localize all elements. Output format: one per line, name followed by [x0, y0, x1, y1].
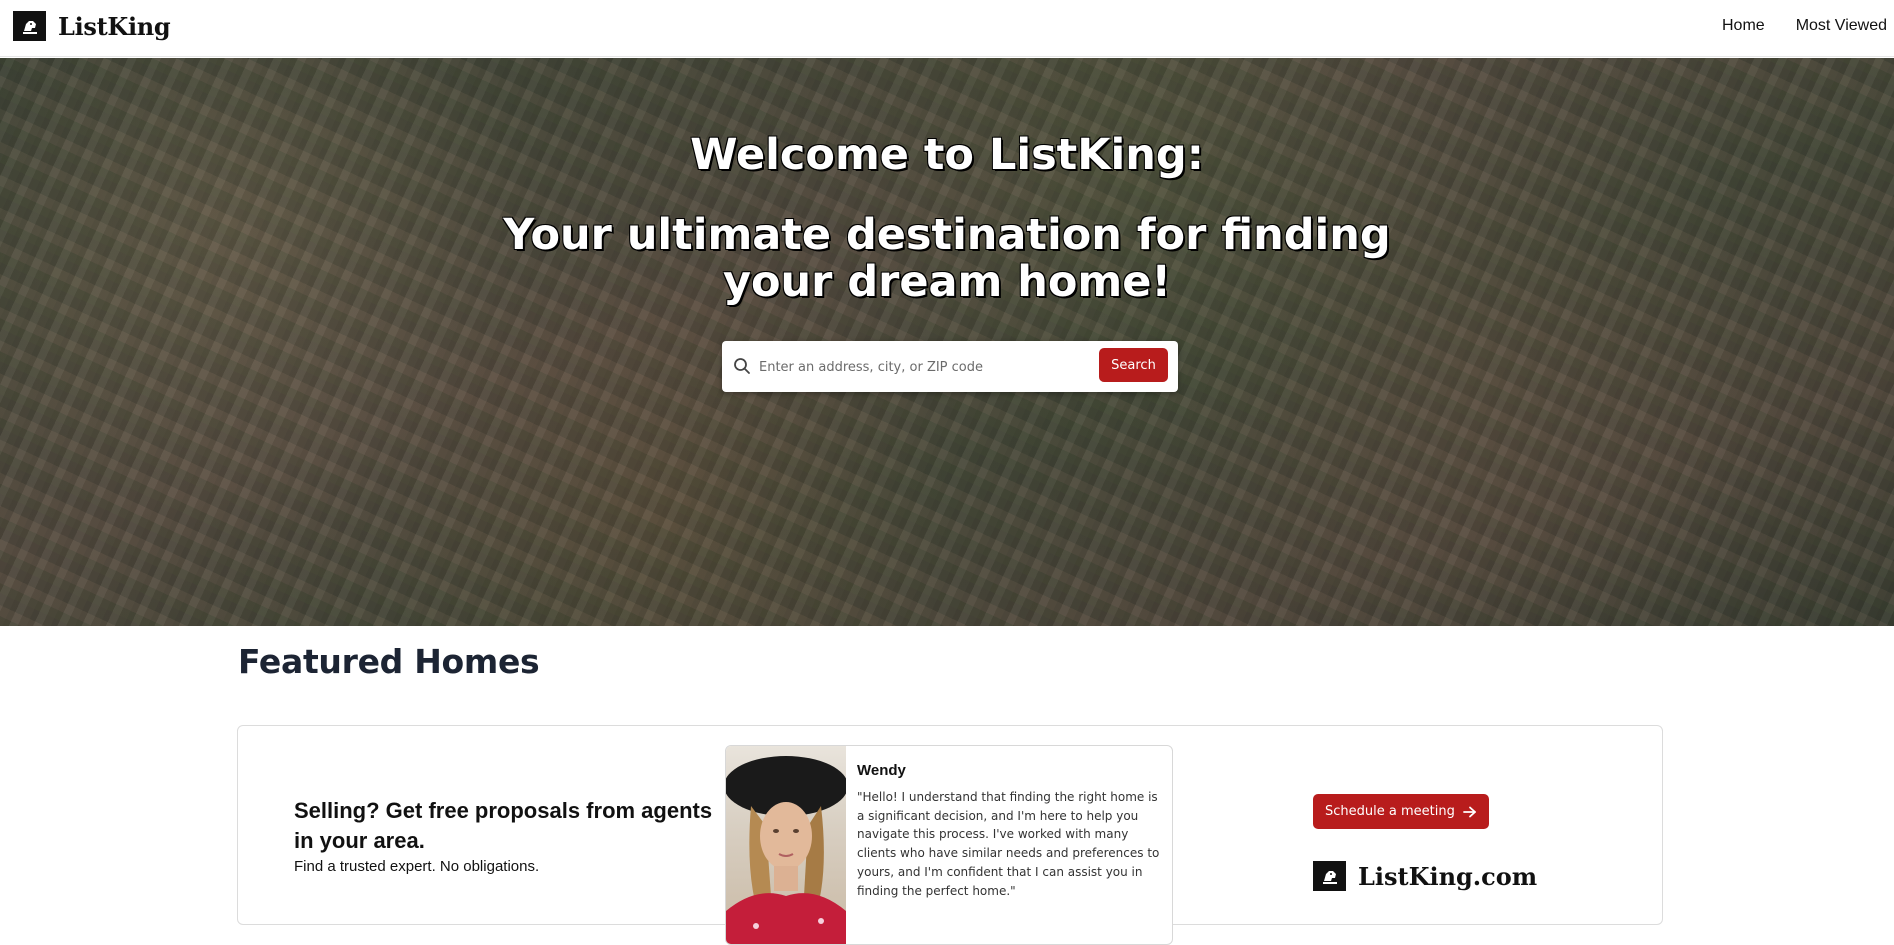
brand-name: ListKing [58, 11, 171, 41]
agent-photo [726, 746, 846, 944]
schedule-meeting-button[interactable]: Schedule a meeting [1313, 794, 1489, 829]
lion-logo-icon [1313, 861, 1346, 891]
hero-subtitle: Your ultimate destination for finding yo… [503, 210, 1391, 307]
top-navbar: ListKing Home Most Viewed [0, 0, 1894, 57]
brand-site-name: ListKing.com [1358, 861, 1538, 891]
lion-logo-icon [13, 11, 46, 41]
seller-subtext: Find a trusted expert. No obligations. [294, 858, 540, 875]
nav-most-viewed-link[interactable]: Most Viewed [1796, 17, 1887, 35]
search-bar: Search [722, 341, 1178, 392]
schedule-meeting-label: Schedule a meeting [1325, 804, 1455, 819]
agent-card[interactable]: Wendy "Hello! I understand that finding … [725, 745, 1173, 945]
brand-logo[interactable]: ListKing [13, 11, 171, 41]
agent-name: Wendy [857, 762, 906, 779]
main-nav: Home Most Viewed [1722, 17, 1887, 35]
hero-title: Welcome to ListKing: [690, 130, 1204, 180]
seller-promo-card: Selling? Get free proposals from agents … [237, 725, 1663, 945]
hero-banner: Welcome to ListKing: Your ultimate desti… [0, 58, 1894, 626]
search-input[interactable] [759, 352, 1089, 382]
featured-homes-title: Featured Homes [238, 642, 540, 681]
nav-home-link[interactable]: Home [1722, 17, 1765, 35]
seller-headline: Selling? Get free proposals from agents … [294, 798, 713, 853]
card-brand-logo: ListKing.com [1313, 861, 1537, 891]
search-button[interactable]: Search [1099, 348, 1168, 382]
agent-quote: "Hello! I understand that finding the ri… [857, 790, 1160, 898]
search-icon [734, 358, 750, 374]
arrow-right-icon [1462, 806, 1476, 817]
